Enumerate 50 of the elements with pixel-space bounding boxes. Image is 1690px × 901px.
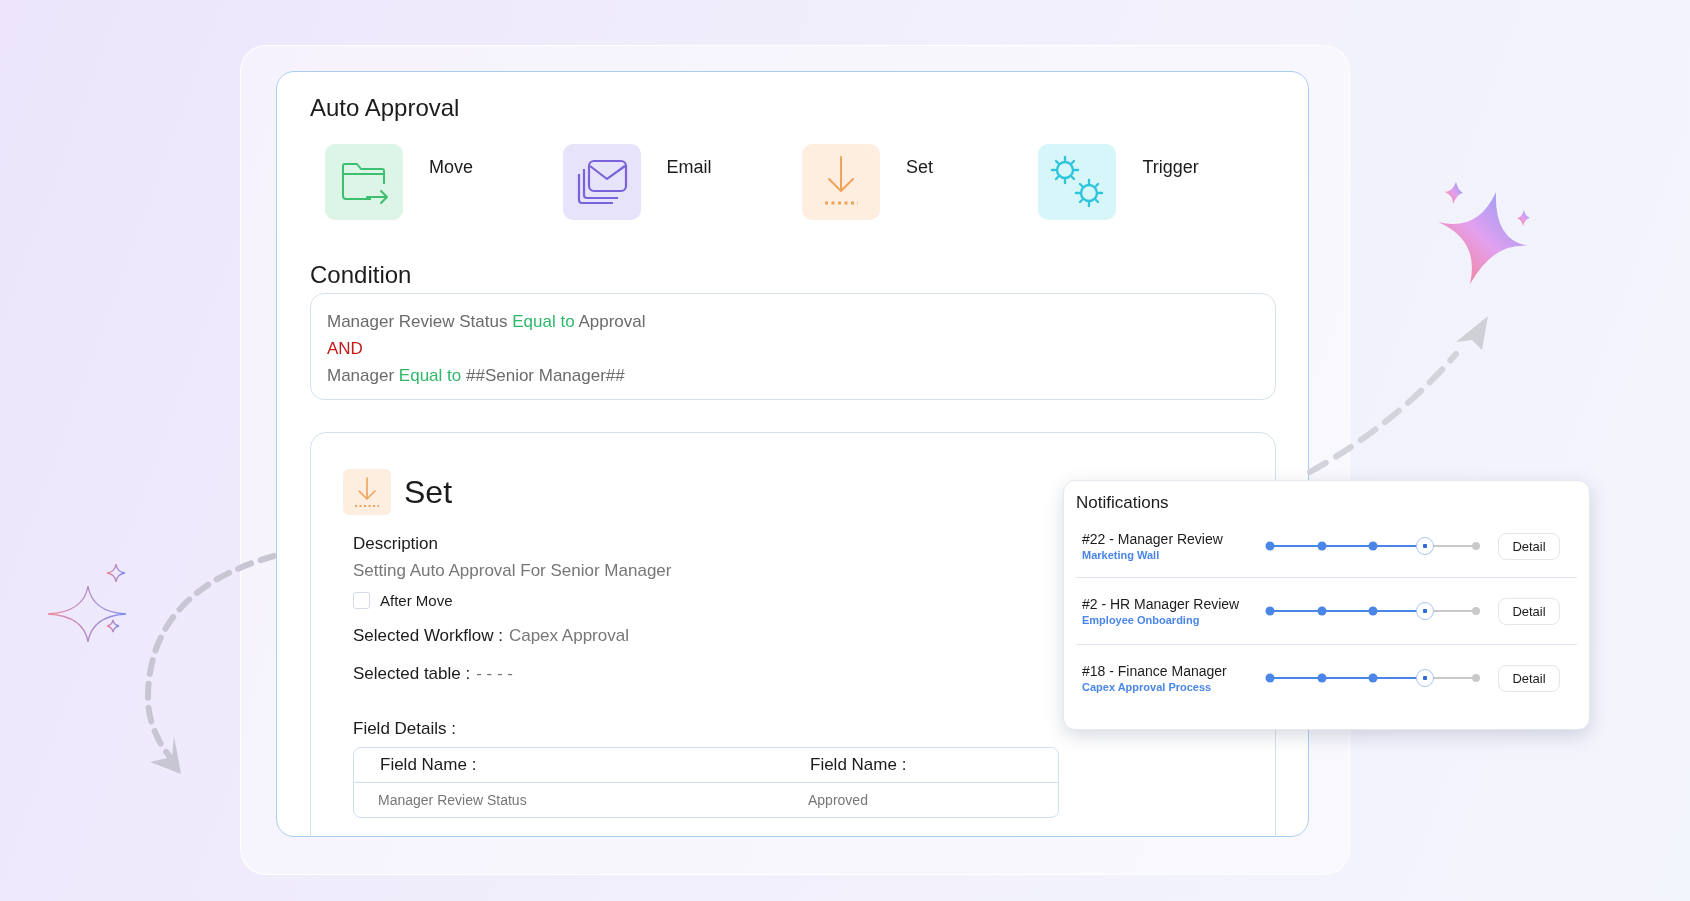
step-dot [1368, 673, 1378, 683]
column-header: Field Name : [810, 754, 908, 776]
step-dot [1472, 674, 1480, 682]
notification-title: #2 - HR Manager Review [1082, 596, 1241, 612]
current-step-marker [1415, 669, 1434, 687]
action-button[interactable]: Move [325, 144, 563, 220]
notification-link[interactable]: Marketing Wall [1082, 549, 1258, 561]
notification-link[interactable]: Employee Onboarding [1082, 614, 1258, 626]
action-button[interactable]: Trigger [1038, 144, 1276, 220]
page-title: Auto Approval [310, 93, 461, 123]
panel-title: Set [404, 473, 453, 511]
checkbox-label: After Move [380, 592, 453, 609]
notification-title: #18 - Finance Manager [1082, 663, 1228, 679]
field-label: Selected Workflow : [353, 626, 503, 646]
notification-title: #22 - Manager Review [1082, 531, 1224, 547]
detail-button[interactable]: Detail [1498, 532, 1560, 560]
step-dot [1317, 673, 1326, 683]
field-label: Field Details : [353, 719, 457, 739]
field-value: Capex Approval [508, 626, 629, 646]
current-step-marker [1415, 537, 1434, 555]
condition-line: AND [327, 338, 364, 360]
action-button[interactable]: Email [562, 144, 802, 220]
field-label: Description [353, 534, 440, 554]
table-cell-text: Manager Review Status [378, 791, 528, 810]
condition-line: Manager Equal to ##Senior Manager## [327, 365, 626, 387]
step-dot [1317, 541, 1326, 551]
envelope-icon [562, 144, 641, 220]
step-dot [1317, 606, 1326, 616]
action-button[interactable]: Set [801, 144, 1039, 220]
panel-title: Notifications [1076, 492, 1170, 514]
field-label: Selected table : [353, 664, 471, 684]
table-cell-text: Approved [808, 791, 869, 810]
step-dot [1265, 606, 1275, 616]
condition-line: Manager Review Status Equal to Approval [327, 311, 647, 333]
step-dot [1265, 673, 1275, 683]
gears-icon [1038, 144, 1117, 220]
detail-button[interactable]: Detail [1498, 664, 1560, 692]
detail-button[interactable]: Detail [1498, 597, 1560, 625]
step-dot [1368, 541, 1378, 551]
step-dot [1472, 607, 1480, 615]
step-dot [1265, 541, 1275, 551]
description-text: Setting Auto Approval For Senior Manager [353, 561, 673, 581]
step-dot [1368, 606, 1378, 616]
checkbox[interactable] [353, 592, 370, 609]
step-dot [1472, 542, 1480, 550]
current-step-marker [1415, 602, 1434, 620]
section-heading: Condition [310, 260, 413, 290]
notification-link[interactable]: Capex Approval Process [1082, 681, 1258, 693]
field-value: - - - - [476, 664, 514, 684]
column-header: Field Name : [380, 754, 478, 776]
